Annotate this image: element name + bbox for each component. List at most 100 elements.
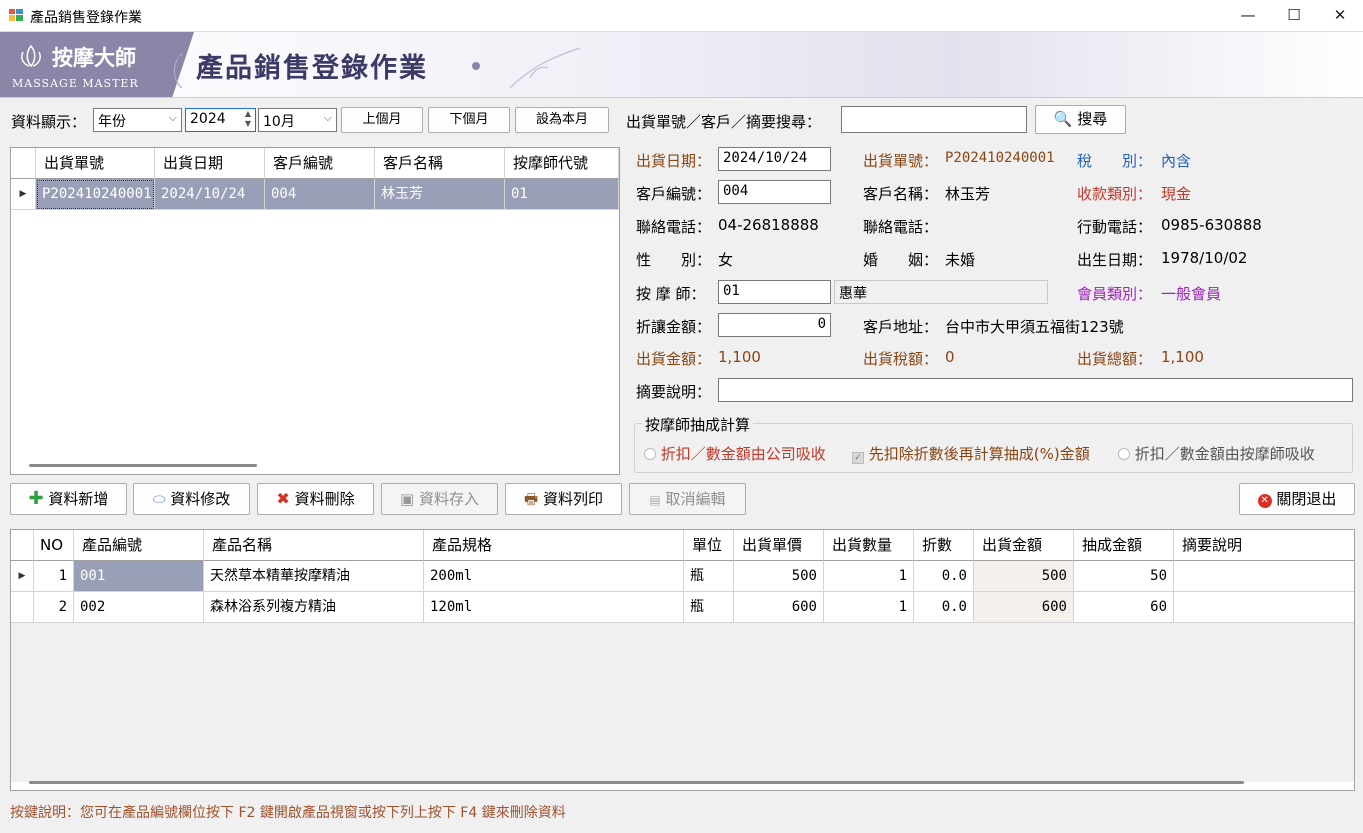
save-button[interactable]: ▣ 資料存入 [381, 483, 498, 515]
col-header[interactable]: 產品名稱 [204, 530, 424, 561]
col-header[interactable]: 按摩師代號 [505, 148, 619, 179]
col-header[interactable]: 出貨單號 [36, 148, 155, 179]
cell[interactable]: 002 [74, 592, 204, 623]
member-label: 會員類別： [1077, 285, 1153, 303]
cell[interactable]: 500 [734, 561, 824, 592]
commission-option-company[interactable]: 折扣／數金額由公司吸收 [644, 443, 826, 464]
delete-x-icon: ✖ [276, 489, 290, 508]
prev-month-button[interactable]: 上個月 [341, 107, 423, 133]
commission-option-deduct[interactable]: ✓ 先扣除折數後再計算抽成(%)金額 [852, 443, 1090, 464]
spin-arrows-icon[interactable]: ▲ ▼ [245, 109, 251, 129]
search-input[interactable] [841, 106, 1027, 133]
col-header[interactable]: 出貨單價 [734, 530, 824, 561]
cell[interactable]: 瓶 [684, 561, 734, 592]
cell[interactable]: 1 [824, 561, 914, 592]
cell[interactable]: 01 [505, 179, 619, 210]
ship-no-value: P202410240001 [945, 150, 1055, 166]
therapist-no-field[interactable]: 01 [718, 280, 831, 304]
ship-no-label: 出貨單號： [863, 152, 939, 170]
print-button[interactable]: 🖶 資料列印 [505, 483, 622, 515]
cell[interactable]: 天然草本精華按摩精油 [204, 561, 424, 592]
this-month-button[interactable]: 設為本月 [515, 107, 609, 133]
edit-button[interactable]: ⬭ 資料修改 [133, 483, 250, 515]
next-month-button[interactable]: 下個月 [428, 107, 510, 133]
member-value: 一般會員 [1161, 285, 1222, 303]
cancel-button-label: 取消編輯 [665, 490, 726, 508]
exit-button[interactable]: ✕ 關閉退出 [1239, 483, 1355, 515]
cell[interactable]: 600 [734, 592, 824, 623]
month-select[interactable]: 10月 ⌵ [258, 108, 337, 132]
phone2-label: 聯絡電話： [863, 218, 939, 236]
col-header[interactable]: NO [34, 530, 74, 561]
col-header[interactable]: 出貨日期 [155, 148, 265, 179]
cell[interactable]: 200ml [424, 561, 684, 592]
cell[interactable]: 60 [1074, 592, 1174, 623]
mobile-label: 行動電話： [1077, 218, 1153, 236]
cell[interactable] [1174, 561, 1354, 592]
col-header[interactable]: 客戶編號 [265, 148, 375, 179]
items-grid[interactable]: NO 產品編號 產品名稱 產品規格 單位 出貨單價 出貨數量 折數 出貨金額 抽… [10, 529, 1355, 791]
cust-no-label: 客戶編號： [636, 185, 712, 203]
cell[interactable]: 1 [824, 592, 914, 623]
cell[interactable]: 林玉芳 [375, 179, 505, 210]
col-header[interactable]: 折數 [914, 530, 974, 561]
phone-value: 04-26818888 [718, 216, 819, 234]
col-header[interactable]: 單位 [684, 530, 734, 561]
horizontal-scrollbar[interactable] [29, 464, 257, 467]
cell[interactable]: 2024/10/24 [155, 179, 265, 210]
horizontal-scrollbar[interactable] [29, 781, 1244, 784]
shipment-list-grid[interactable]: 出貨單號 出貨日期 客戶編號 客戶名稱 按摩師代號 ▶ P20241024000… [10, 147, 620, 475]
commission-option-therapist[interactable]: 折扣／數金額由按摩師吸收 [1118, 443, 1315, 464]
gender-label: 性 別： [636, 251, 712, 269]
print-button-label: 資料列印 [542, 490, 603, 508]
title-bar: 產品銷售登錄作業 — ☐ ✕ [0, 0, 1363, 32]
grid-empty-area [11, 623, 1354, 782]
amount-label: 出貨金額： [636, 350, 712, 368]
taxamt-value: 0 [945, 348, 955, 366]
discount-field[interactable]: 0 [718, 313, 831, 337]
delete-button-label: 資料刪除 [294, 490, 355, 508]
ship-date-field[interactable]: 2024/10/24 [718, 147, 831, 171]
memo-label: 摘要說明： [636, 383, 712, 401]
plus-icon: ✚ [28, 488, 44, 509]
maximize-button[interactable]: ☐ [1271, 0, 1317, 32]
minimize-button[interactable]: — [1225, 0, 1271, 32]
cancel-edit-button[interactable]: ▤ 取消編輯 [629, 483, 746, 515]
col-header[interactable]: 出貨金額 [974, 530, 1074, 561]
mobile-value: 0985-630888 [1161, 216, 1262, 234]
logo: 按摩大師 MASSAGE MASTER [0, 32, 194, 97]
cell[interactable]: 001 [74, 561, 204, 592]
eraser-icon: ⬭ [152, 490, 166, 508]
mode-select[interactable]: 年份 ⌵ [93, 108, 182, 132]
memo-field[interactable] [718, 378, 1353, 402]
search-button[interactable]: 🔍 搜尋 [1035, 105, 1126, 134]
cell[interactable]: 004 [265, 179, 375, 210]
cell[interactable]: 120ml [424, 592, 684, 623]
save-button-label: 資料存入 [418, 490, 479, 508]
cell[interactable]: 0.0 [914, 592, 974, 623]
cell[interactable]: 森林浴系列複方精油 [204, 592, 424, 623]
cell[interactable]: 2 [34, 592, 74, 623]
cell[interactable]: 瓶 [684, 592, 734, 623]
printer-icon: 🖶 [524, 490, 539, 508]
col-header[interactable]: 出貨數量 [824, 530, 914, 561]
year-spinner[interactable]: 2024 ▲ ▼ [185, 108, 256, 132]
cell[interactable] [1174, 592, 1354, 623]
delete-button[interactable]: ✖ 資料刪除 [257, 483, 374, 515]
col-header[interactable]: 摘要說明 [1174, 530, 1354, 561]
row-pointer-icon: ▶ [11, 561, 34, 592]
taxamt-label: 出貨稅額： [863, 350, 939, 368]
cust-name-value: 林玉芳 [945, 185, 991, 203]
close-button[interactable]: ✕ [1317, 0, 1363, 32]
col-header[interactable]: 抽成金額 [1074, 530, 1174, 561]
col-header[interactable]: 產品編號 [74, 530, 204, 561]
cell[interactable]: 50 [1074, 561, 1174, 592]
cust-no-field[interactable]: 004 [718, 180, 831, 204]
col-header[interactable]: 產品規格 [424, 530, 684, 561]
col-header[interactable]: 客戶名稱 [375, 148, 505, 179]
cell[interactable]: P202410240001 [36, 179, 155, 210]
address-value: 台中市大甲須五福街123號 [945, 318, 1124, 336]
cell[interactable]: 0.0 [914, 561, 974, 592]
add-button[interactable]: ✚ 資料新增 [10, 483, 127, 515]
cell[interactable]: 1 [34, 561, 74, 592]
